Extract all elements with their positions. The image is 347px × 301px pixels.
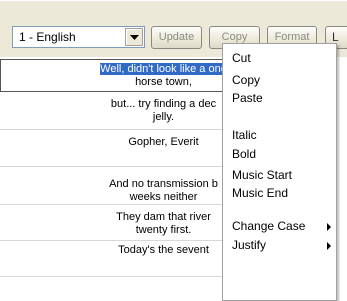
- menu-item-cut[interactable]: Cut: [223, 48, 336, 69]
- menu-separator: [227, 210, 332, 211]
- submenu-arrow-icon: [327, 223, 331, 231]
- subtitle-editor-window: 1 - English Update Copy Format L Well, d…: [0, 0, 347, 301]
- chevron-down-icon[interactable]: [125, 28, 143, 46]
- update-button[interactable]: Update: [151, 26, 202, 49]
- menu-separator: [227, 117, 332, 118]
- menu-item-paste[interactable]: Paste: [223, 88, 336, 109]
- menu-item-label: Change Case: [232, 219, 306, 233]
- language-dropdown-value: 1 - English: [19, 30, 76, 44]
- selected-text[interactable]: Well, didn't look like a one: [100, 63, 227, 75]
- menu-item-label: Justify: [232, 238, 267, 252]
- menu-item-justify[interactable]: Justify: [223, 235, 336, 256]
- menu-item-change-case[interactable]: Change Case: [223, 216, 336, 237]
- menu-item-music-end[interactable]: Music End: [223, 183, 336, 204]
- submenu-arrow-icon: [327, 242, 331, 250]
- menu-item-italic[interactable]: Italic: [223, 125, 336, 146]
- menu-item-bold[interactable]: Bold: [223, 144, 336, 165]
- context-menu: Cut Copy Paste Italic Bold Music Start M…: [222, 43, 337, 301]
- language-dropdown[interactable]: 1 - English: [12, 26, 145, 48]
